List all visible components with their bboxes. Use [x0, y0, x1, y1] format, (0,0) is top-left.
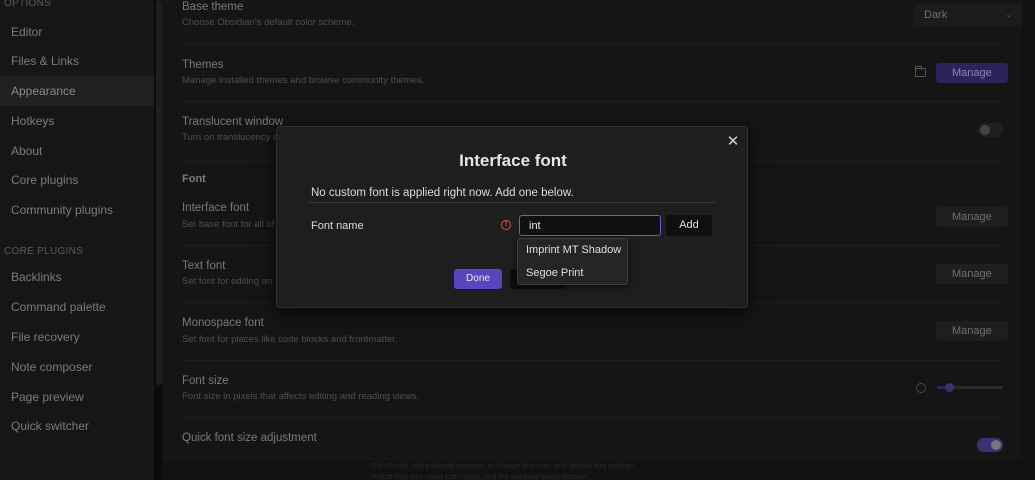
sidebar-item-hotkeys[interactable]: Hotkeys [0, 106, 154, 136]
setting-description: Font size in pixels that affects editing… [182, 391, 419, 402]
monospace-font-manage-button[interactable]: Manage [936, 321, 1008, 341]
add-font-button[interactable]: Add [666, 215, 712, 236]
sidebar-item-editor[interactable]: Editor [0, 17, 154, 47]
setting-title: Monospace font [182, 317, 264, 329]
setting-description: Turn on translucency e [182, 132, 279, 143]
settings-sidebar: OPTIONS Editor Files & Links Appearance … [0, 0, 154, 480]
interface-font-modal: ✕ Interface font No custom font is appli… [276, 126, 748, 308]
font-size-slider[interactable] [937, 383, 1003, 392]
toggle-knob [991, 440, 1001, 450]
toggle-knob [980, 125, 990, 135]
font-name-input[interactable] [519, 215, 661, 236]
setting-description: Set font for editing an [182, 276, 273, 287]
sidebar-item-core-plugins[interactable]: Core plugins [0, 165, 154, 195]
setting-title: Interface font [182, 202, 250, 214]
reset-icon[interactable] [916, 383, 926, 393]
close-icon[interactable]: ✕ [725, 134, 741, 150]
sidebar-item-note-composer[interactable]: Note composer [0, 352, 154, 382]
warning-icon: ! [501, 220, 511, 230]
font-name-label: Font name [311, 220, 364, 232]
folder-icon[interactable] [915, 66, 926, 77]
setting-title: Text font [182, 260, 226, 272]
sidebar-item-files-links[interactable]: Files & Links [0, 46, 154, 76]
setting-description: Choose Obsidian's default color scheme. [182, 17, 355, 28]
setting-quick-font-size: Quick font size adjustment [182, 418, 1003, 460]
setting-themes: Themes Manage installed themes and brows… [182, 44, 1008, 102]
setting-base-theme: Base theme Choose Obsidian's default col… [182, 0, 1022, 44]
sidebar-item-file-recovery[interactable]: File recovery [0, 322, 154, 352]
setting-description: Set base font for all of [182, 219, 275, 230]
text-font-manage-button[interactable]: Manage [936, 264, 1008, 284]
setting-title: Translucent window [182, 116, 284, 128]
suggestion-item[interactable]: Segoe Print [518, 262, 627, 285]
modal-title: Interface font [459, 151, 567, 170]
themes-manage-button[interactable]: Manage [936, 63, 1008, 83]
footer-line-1: Ctrl+Scroll, and trackpad gestures to ch… [372, 461, 637, 470]
slider-handle[interactable] [944, 383, 954, 392]
sidebar-item-about[interactable]: About [0, 136, 154, 166]
setting-description: Set font for places like code blocks and… [182, 334, 398, 345]
sidebar-item-command-palette[interactable]: Command palette [0, 292, 154, 322]
setting-title: Quick font size adjustment [182, 432, 317, 444]
sidebar-item-appearance[interactable]: Appearance [0, 76, 154, 106]
footer-line-2: Adjust font size using Ctrl+Scroll, and … [372, 472, 589, 480]
base-theme-dropdown[interactable]: Dark ⌄ [914, 4, 1022, 26]
chevron-down-icon: ⌄ [1005, 10, 1012, 19]
sidebar-section-core-plugins: CORE PLUGINS [4, 246, 84, 257]
dropdown-value: Dark [924, 9, 948, 21]
sidebar-section-options: OPTIONS [4, 0, 52, 9]
sidebar-item-community-plugins[interactable]: Community plugins [0, 195, 154, 225]
translucent-toggle[interactable] [977, 123, 1003, 137]
suggestion-item[interactable]: Imprint MT Shadow [518, 239, 627, 262]
font-section-heading: Font [182, 173, 206, 185]
setting-monospace-font: Monospace font Set font for places like … [182, 303, 1008, 361]
font-suggestion-popup: Imprint MT Shadow Segoe Print [517, 238, 628, 285]
setting-title: Base theme [182, 1, 244, 13]
interface-font-manage-button[interactable]: Manage [936, 207, 1008, 227]
modal-message: No custom font is applied right now. Add… [311, 187, 574, 199]
sidebar-item-backlinks[interactable]: Backlinks [0, 262, 154, 292]
modal-divider [309, 202, 715, 203]
setting-font-size: Font size Font size in pixels that affec… [182, 361, 1003, 418]
setting-title: Themes [182, 59, 224, 71]
quick-font-size-toggle[interactable] [977, 438, 1003, 452]
sidebar-item-page-preview[interactable]: Page preview [0, 382, 154, 412]
sidebar-item-quick-switcher[interactable]: Quick switcher [0, 411, 154, 441]
setting-description: Manage installed themes and browse commu… [182, 75, 425, 86]
setting-title: Font size [182, 375, 229, 387]
done-button[interactable]: Done [454, 269, 502, 289]
